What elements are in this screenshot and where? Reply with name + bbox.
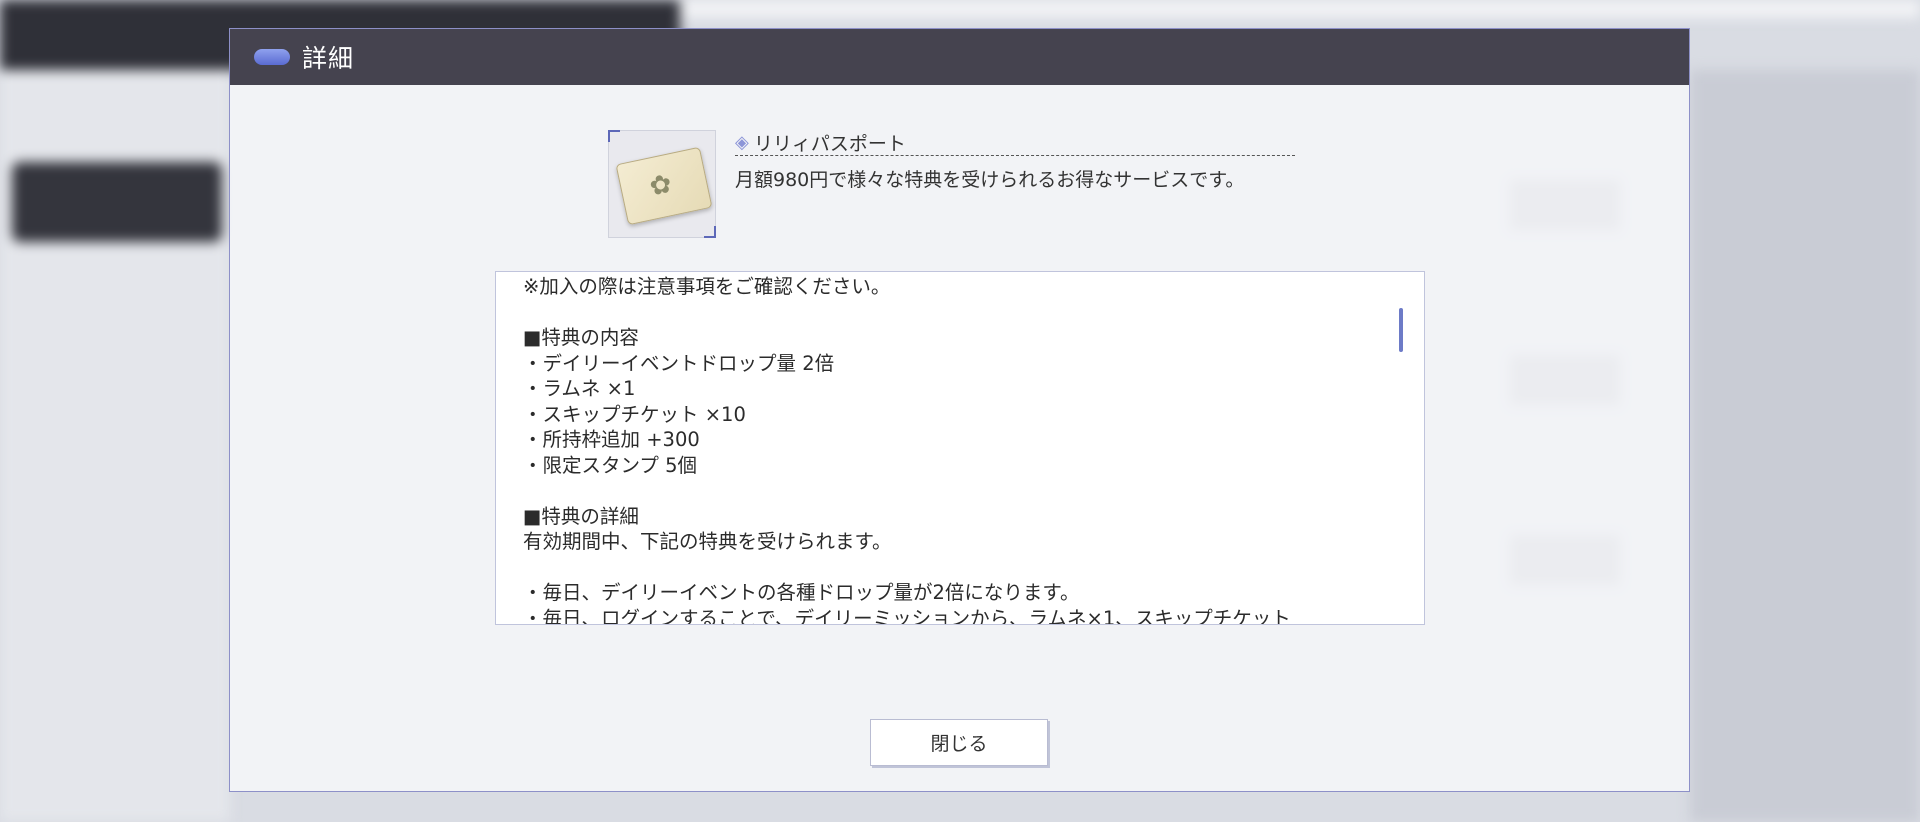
details-blank-line — [523, 478, 1384, 504]
details-scroll-box[interactable]: ※加入の際は注意事項をご確認ください。 ■特典の内容 ・デイリーイベントドロップ量 … — [495, 271, 1425, 625]
details-blank-line — [523, 555, 1384, 581]
background-right-panel — [1690, 70, 1920, 822]
background-left-button — [12, 162, 222, 242]
details-line: ・毎日、ログインすることで、デイリーミッションから、ラムネ×1、スキップチケット — [523, 606, 1291, 625]
frame-corner-icon — [704, 226, 716, 238]
item-name-row: ◈ リリィパスポート — [735, 129, 1295, 156]
pill-icon — [254, 49, 290, 65]
item-name: リリィパスポート — [753, 132, 906, 155]
dialog-header: 詳細 — [230, 29, 1689, 85]
item-thumbnail — [608, 130, 716, 238]
details-dialog: 詳細 ◈ リリィパスポート 月額980円で様々な特典を受けられるお得なサービスで… — [229, 28, 1690, 792]
close-button[interactable]: 閉じる — [870, 719, 1048, 766]
details-line: ・所持枠追加 +300 — [523, 428, 700, 451]
item-description: 月額980円で様々な特典を受けられるお得なサービスです。 — [735, 169, 1245, 191]
background-topbar-right — [680, 0, 1920, 18]
details-line: ・ラムネ ×1 — [523, 377, 636, 400]
details-line: ・限定スタンプ 5個 — [523, 453, 698, 477]
details-line: ・スキップチケット ×10 — [523, 402, 746, 426]
details-line: ※加入の際は注意事項をご確認ください。 — [523, 275, 891, 298]
details-line: ・毎日、デイリーイベントの各種ドロップ量が2倍になります。 — [523, 581, 1080, 604]
details-line: ■特典の詳細 — [523, 504, 639, 528]
details-blank-line — [523, 300, 1384, 326]
passport-card-icon — [615, 146, 713, 226]
details-text: ※加入の際は注意事項をご確認ください。 ■特典の内容 ・デイリーイベントドロップ量 … — [523, 274, 1384, 625]
scrollbar-thumb[interactable] — [1399, 308, 1403, 352]
diamond-icon: ◈ — [735, 131, 749, 153]
details-line: ■特典の内容 — [523, 326, 639, 349]
details-line: 有効期間中、下記の特典を受けられます。 — [523, 530, 892, 553]
frame-corner-icon — [608, 130, 620, 142]
dialog-title: 詳細 — [302, 44, 355, 73]
details-line: ・デイリーイベントドロップ量 2倍 — [523, 351, 835, 375]
